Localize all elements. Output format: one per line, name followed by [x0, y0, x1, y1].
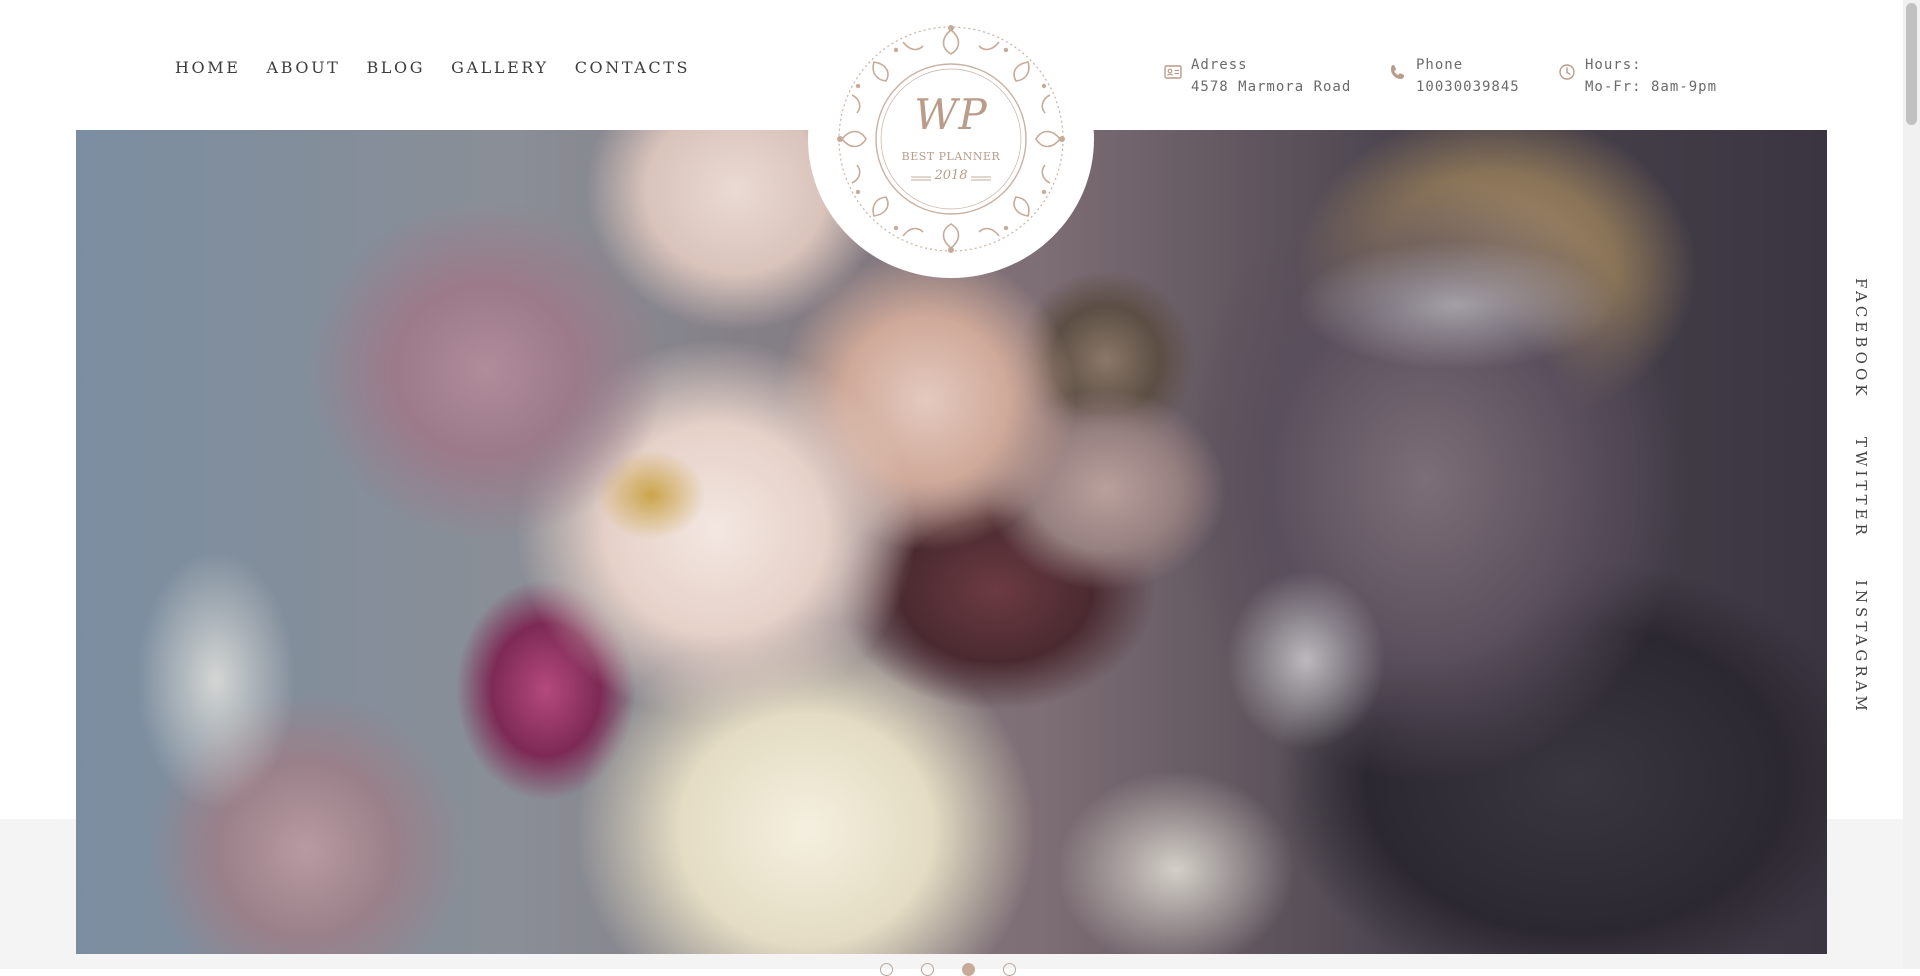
white-leaf-right — [1226, 570, 1386, 750]
slider-dot[interactable] — [1003, 963, 1016, 976]
logo-subtitle: BEST PLANNER — [901, 150, 1001, 163]
logo-monogram: WP — [914, 90, 988, 139]
slider-pagination — [880, 963, 1016, 976]
scrollbar-thumb[interactable] — [1906, 3, 1917, 125]
white-flowers-bottom — [1056, 770, 1296, 954]
slider-dot[interactable] — [921, 963, 934, 976]
address-value: 4578 Marmora Road — [1191, 79, 1352, 95]
social-facebook[interactable]: FACEBOOK — [1852, 278, 1870, 399]
nav-blog[interactable]: BLOG — [366, 58, 425, 77]
nav-home[interactable]: HOME — [175, 58, 241, 77]
floral-wreath-logo — [837, 25, 1065, 253]
hours-info: Hours: Mo-Fr: 8am-9pm — [1557, 54, 1717, 98]
clock-icon — [1559, 64, 1575, 80]
phone-info: Phone 10030039845 — [1388, 54, 1520, 98]
id-card-icon — [1164, 65, 1182, 79]
site-logo[interactable]: WP BEST PLANNER 2018 — [808, 0, 1094, 278]
hours-value: Mo-Fr: 8am-9pm — [1585, 79, 1718, 95]
nav-gallery[interactable]: GALLERY — [451, 58, 549, 77]
social-instagram[interactable]: INSTAGRAM — [1852, 580, 1870, 715]
white-leaf-top-right — [1296, 240, 1616, 370]
phone-label: Phone — [1416, 57, 1464, 73]
nav-about[interactable]: ABOUT — [267, 58, 341, 77]
slider-dot-active[interactable] — [962, 963, 975, 976]
address-label: Adress — [1191, 57, 1248, 73]
address-info: Adress 4578 Marmora Road — [1163, 54, 1351, 98]
phone-icon — [1391, 65, 1404, 79]
hours-label: Hours: — [1585, 57, 1642, 73]
scrollbar[interactable] — [1903, 0, 1920, 969]
social-twitter[interactable]: TWITTER — [1852, 437, 1870, 539]
main-nav: HOME ABOUT BLOG GALLERY CONTACTS — [175, 58, 716, 77]
logo-year: 2018 — [934, 168, 968, 183]
flower-center — [596, 450, 706, 540]
nav-contacts[interactable]: CONTACTS — [575, 58, 690, 77]
phone-value[interactable]: 10030039845 — [1416, 76, 1520, 98]
slider-dot[interactable] — [880, 963, 893, 976]
white-flowers-left — [136, 550, 296, 810]
